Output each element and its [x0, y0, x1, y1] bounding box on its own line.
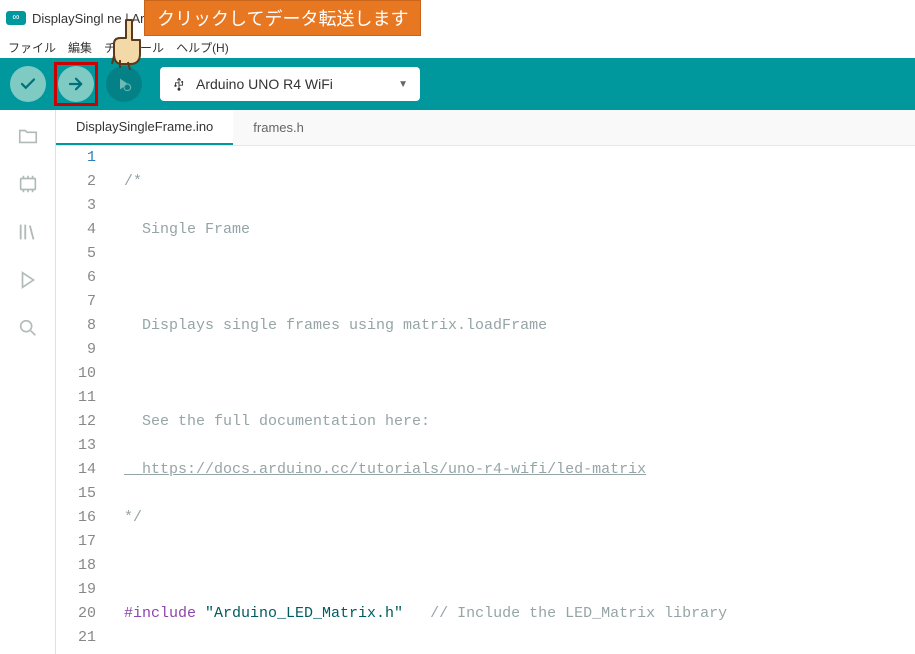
tab-frames[interactable]: frames.h	[233, 110, 324, 145]
folder-icon[interactable]	[16, 124, 40, 148]
left-sidebar	[0, 110, 56, 654]
annotation-callout: クリックしてデータ転送します	[144, 0, 421, 36]
editor-area: DisplaySingleFrame.ino frames.h 12345678…	[56, 110, 915, 654]
verify-button[interactable]	[10, 66, 46, 102]
board-name: Arduino UNO R4 WiFi	[196, 76, 388, 92]
upload-button[interactable]	[58, 66, 94, 102]
chevron-down-icon: ▼	[398, 79, 408, 90]
board-selector[interactable]: Arduino UNO R4 WiFi ▼	[160, 67, 420, 101]
tab-active[interactable]: DisplaySingleFrame.ino	[56, 110, 233, 145]
board-manager-icon[interactable]	[16, 172, 40, 196]
menu-file[interactable]: ファイル	[8, 39, 56, 56]
code-content[interactable]: /* Single Frame Displays single frames u…	[116, 146, 915, 654]
code-editor[interactable]: 123456789101112131415161718192021 /* Sin…	[56, 146, 915, 654]
menu-edit[interactable]: 編集	[68, 39, 92, 56]
check-icon	[19, 75, 37, 93]
debug-sidebar-icon[interactable]	[16, 268, 40, 292]
usb-icon	[172, 77, 186, 91]
line-gutter: 123456789101112131415161718192021	[56, 146, 116, 654]
arrow-right-icon	[67, 75, 85, 93]
arduino-app-icon	[6, 11, 26, 25]
menu-help[interactable]: ヘルプ(H)	[176, 39, 229, 56]
upload-highlight-box	[54, 62, 98, 106]
debug-button[interactable]	[106, 66, 142, 102]
main-area: DisplaySingleFrame.ino frames.h 12345678…	[0, 110, 915, 654]
search-icon[interactable]	[16, 316, 40, 340]
editor-tabs: DisplaySingleFrame.ino frames.h	[56, 110, 915, 146]
debug-play-icon	[116, 76, 132, 92]
library-manager-icon[interactable]	[16, 220, 40, 244]
pointing-hand-icon	[104, 14, 160, 70]
